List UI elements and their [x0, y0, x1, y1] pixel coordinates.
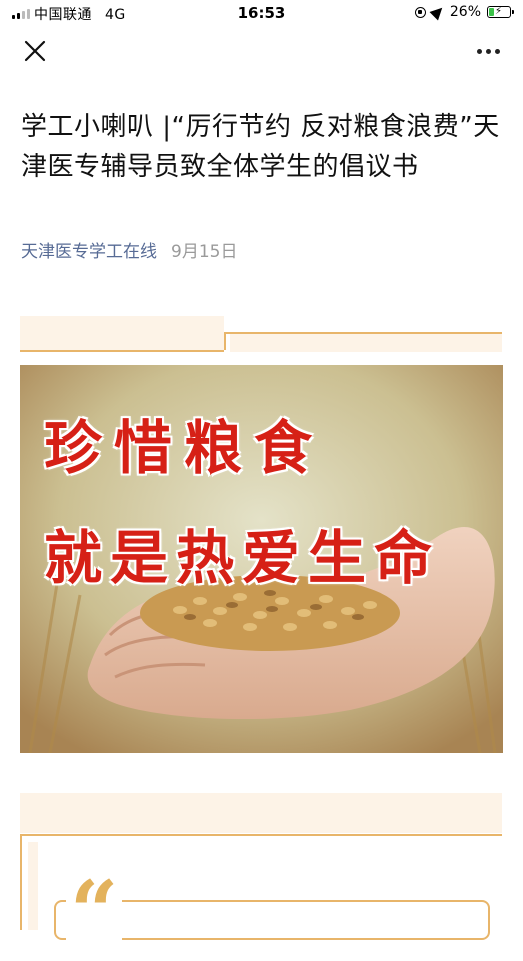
decorative-frame	[20, 316, 224, 352]
image-headline-line1: 珍惜粮食	[44, 414, 325, 482]
close-button[interactable]	[22, 38, 48, 64]
decorative-frame	[20, 793, 502, 833]
location-icon	[429, 3, 447, 21]
status-indicators: 26% ⚡	[414, 3, 514, 21]
more-button[interactable]	[473, 44, 503, 58]
article-image[interactable]: 珍惜粮食 就是热爱生命	[20, 365, 503, 753]
rotation-lock-icon	[414, 6, 426, 18]
publish-date: 9月15日	[171, 242, 238, 262]
battery-fill	[489, 8, 494, 16]
more-icon	[494, 48, 500, 54]
more-icon	[476, 48, 482, 54]
battery-percent: 26%	[449, 4, 481, 20]
decorative-frame	[230, 332, 502, 352]
more-icon	[485, 48, 491, 54]
status-bar: 中国联通 4G 16:53 26% ⚡	[0, 0, 523, 26]
charging-icon: ⚡	[495, 6, 503, 17]
battery-icon: ⚡	[487, 6, 514, 18]
nav-bar	[0, 26, 523, 80]
article-title: 学工小喇叭 |“厉行节约 反对粮食浪费”天津医专辅导员致全体学生的倡议书	[21, 112, 500, 182]
account-name-link[interactable]: 天津医专学工在线	[21, 237, 157, 262]
quote-mark-icon: “	[66, 870, 123, 954]
article-meta: 天津医专学工在线 9月15日	[21, 237, 237, 262]
image-headline-line2: 就是热爱生命	[44, 524, 441, 592]
close-icon	[24, 40, 46, 62]
decorative-frame-strip	[28, 842, 38, 930]
